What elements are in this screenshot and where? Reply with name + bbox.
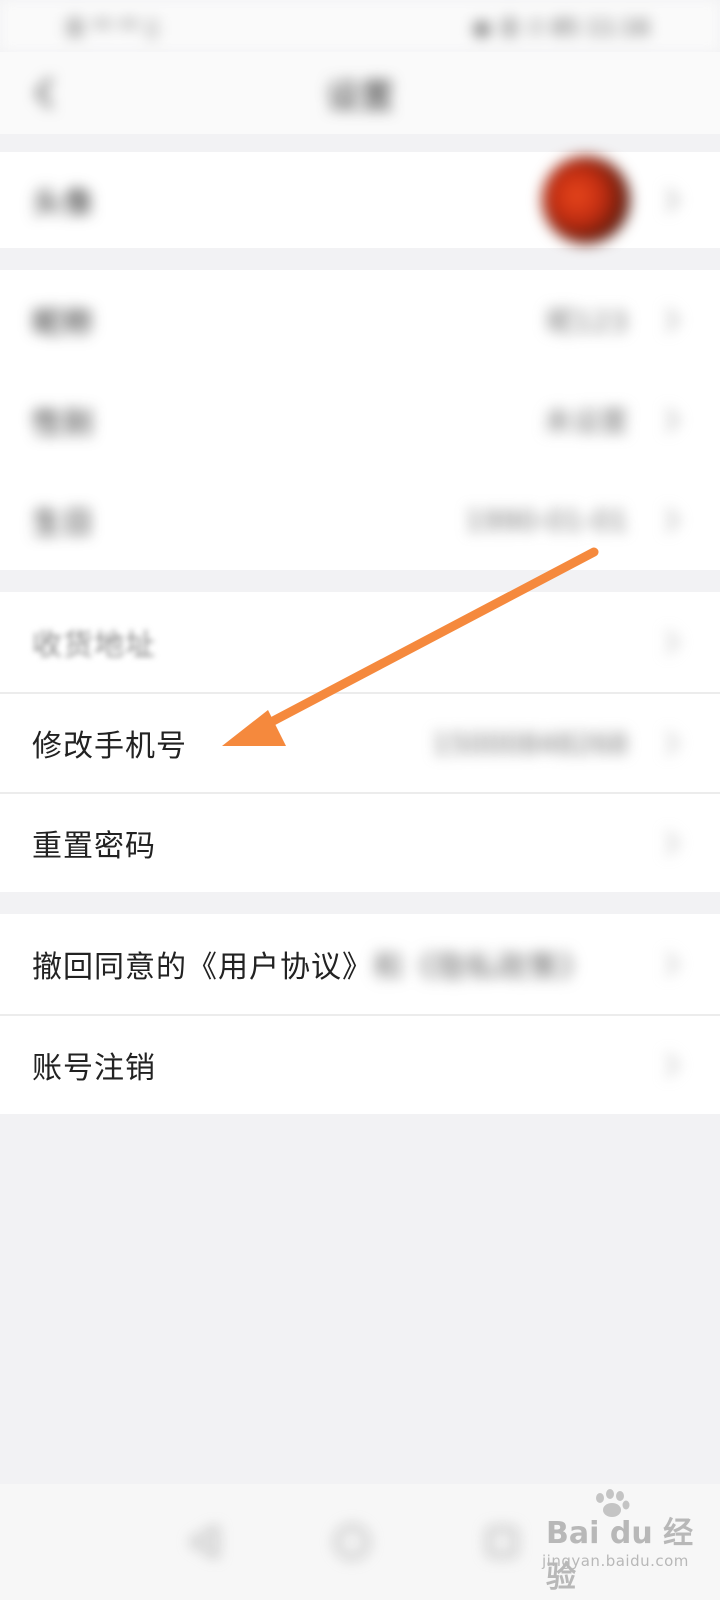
info-card: 昵称 昵123 性别 未设置 生日 1990-01-01 (0, 270, 720, 570)
birthday-value: 1990-01-01 (465, 503, 628, 537)
chevron-right-icon (665, 629, 680, 655)
status-right: ◉ 全 ⏱ 85 11:16 (472, 16, 650, 41)
change-phone-row[interactable]: 修改手机号 15000848268 (0, 694, 720, 792)
change-phone-label: 修改手机号 (32, 729, 187, 764)
nav-bar: 设置 (0, 52, 720, 134)
watermark-url: jingyan.baidu.com (542, 1552, 689, 1570)
chevron-right-icon (665, 187, 680, 213)
chevron-right-icon (665, 507, 680, 533)
revoke-consent-row[interactable]: 撤回同意的《用户协议》 和《隐私政策》 (0, 914, 720, 1014)
address-row[interactable]: 收货地址 (0, 592, 720, 692)
chevron-right-icon (665, 951, 680, 977)
chevron-right-icon (665, 830, 680, 856)
page-title: 设置 (326, 76, 394, 117)
reset-password-row[interactable]: 重置密码 (0, 794, 720, 892)
nickname-value: 昵123 (546, 305, 628, 338)
avatar-label: 头像 (32, 186, 94, 221)
chevron-right-icon (665, 730, 680, 756)
home-circle-icon[interactable] (332, 1522, 372, 1562)
phone-value: 15000848268 (432, 726, 628, 760)
back-triangle-icon[interactable] (184, 1522, 224, 1562)
chevron-right-icon (665, 1052, 680, 1078)
revoke-consent-label: 撤回同意的《用户协议》 (32, 950, 373, 985)
birthday-label: 生日 (32, 506, 94, 541)
avatar-row[interactable]: 头像 (0, 152, 720, 248)
account-card: 收货地址 修改手机号 15000848268 重置密码 (0, 592, 720, 892)
delete-account-label: 账号注销 (32, 1051, 156, 1086)
nickname-row[interactable]: 昵称 昵123 (0, 270, 720, 370)
chevron-right-icon (665, 307, 680, 333)
gender-value: 未设置 (543, 405, 628, 438)
recent-square-icon[interactable] (482, 1522, 522, 1562)
gender-label: 性别 (32, 406, 94, 441)
birthday-row[interactable]: 生日 1990-01-01 (0, 470, 720, 570)
profile-card: 头像 (0, 152, 720, 248)
chevron-left-icon[interactable] (28, 74, 62, 112)
privacy-card: 撤回同意的《用户协议》 和《隐私政策》 账号注销 (0, 914, 720, 1114)
privacy-policy-label: 和《隐私政策》 (373, 950, 590, 985)
reset-password-label: 重置密码 (32, 829, 156, 864)
avatar[interactable] (542, 156, 630, 244)
delete-account-row[interactable]: 账号注销 (0, 1016, 720, 1114)
status-left: 全 ⁴ᴳ ⁴ᴳ ▯ (64, 16, 159, 41)
gender-row[interactable]: 性别 未设置 (0, 370, 720, 470)
status-bar: 全 ⁴ᴳ ⁴ᴳ ▯ ◉ 全 ⏱ 85 11:16 (0, 0, 720, 52)
address-label: 收货地址 (32, 628, 156, 663)
nickname-label: 昵称 (32, 306, 94, 341)
chevron-right-icon (665, 407, 680, 433)
watermark: Bai du 经验 jingyan.baidu.com (540, 1488, 710, 1595)
